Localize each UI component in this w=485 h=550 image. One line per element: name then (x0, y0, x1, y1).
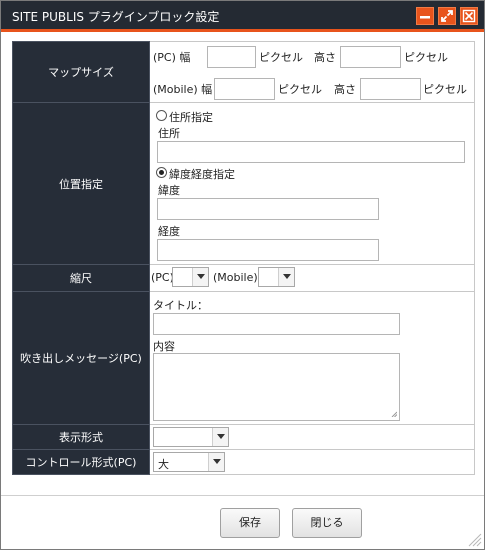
display-format-select[interactable] (153, 427, 229, 447)
scale-mobile-label: (Mobile) (213, 271, 258, 284)
mobile-width-prefix: (Mobile) 幅 (153, 83, 213, 96)
mobile-width-input[interactable] (214, 78, 275, 100)
row-display-format: 表示形式 (12, 424, 475, 450)
maximize-icon (441, 10, 453, 22)
address-radio[interactable] (156, 110, 167, 121)
balloon-title-input[interactable] (153, 313, 400, 335)
chevron-down-icon (212, 428, 228, 446)
row-position: 位置指定 住所指定 住所 緯度経度指定 緯度 経度 (12, 102, 475, 265)
latitude-input[interactable] (157, 198, 379, 220)
close-dialog-button[interactable]: 閉じる (292, 508, 362, 538)
resize-grip-icon[interactable] (466, 531, 482, 547)
pc-height-unit: ピクセル (404, 51, 448, 64)
scale-pc-label: (PC) (151, 271, 174, 284)
position-cell: 住所指定 住所 緯度経度指定 緯度 経度 (149, 102, 475, 265)
row-scale: 縮尺 (PC) (Mobile) (12, 264, 475, 292)
mobile-width-unit: ピクセル (278, 83, 322, 96)
close-button[interactable] (460, 7, 478, 25)
dialog-footer: 保存 閉じる (1, 495, 484, 549)
pc-width-unit: ピクセル (259, 51, 303, 64)
scale-label: 縮尺 (12, 264, 150, 292)
balloon-content-label: 内容 (153, 340, 175, 353)
radio-selected-dot (159, 170, 164, 175)
close-icon (462, 9, 476, 23)
minimize-icon (420, 16, 430, 19)
balloon-content-textarea[interactable] (153, 353, 400, 421)
display-format-cell (149, 424, 475, 450)
minimize-button[interactable] (416, 7, 434, 25)
chevron-down-icon (208, 453, 224, 471)
control-format-select[interactable]: 大 (153, 452, 225, 472)
latlng-option-label: 緯度経度指定 (169, 168, 235, 181)
address-input[interactable] (157, 141, 465, 163)
latlng-radio[interactable] (156, 167, 167, 178)
map-size-cell: (PC) 幅 ピクセル 高さ ピクセル (Mobile) 幅 ピクセル 高さ ピ… (149, 41, 475, 103)
mobile-height-label: 高さ (334, 83, 356, 96)
dialog-titlebar[interactable]: SITE PUBLIS プラグインブロック設定 (1, 1, 484, 32)
position-label: 位置指定 (12, 102, 150, 265)
control-format-cell: 大 (149, 449, 475, 475)
plugin-block-settings-dialog: SITE PUBLIS プラグインブロック設定 マップサイズ (PC) 幅 ピク… (0, 0, 485, 550)
mobile-height-unit: ピクセル (423, 83, 467, 96)
row-map-size: マップサイズ (PC) 幅 ピクセル 高さ ピクセル (Mobile) 幅 ピク… (12, 41, 475, 103)
pc-height-label: 高さ (314, 51, 336, 64)
control-format-label: コントロール形式(PC) (12, 449, 150, 475)
map-size-label: マップサイズ (12, 41, 150, 103)
balloon-title-label: タイトル： (153, 299, 208, 312)
longitude-input[interactable] (157, 239, 379, 261)
scale-cell: (PC) (Mobile) (149, 264, 475, 292)
address-label: 住所 (158, 127, 180, 140)
chevron-down-icon (192, 268, 208, 286)
balloon-cell: タイトル： 内容 (149, 291, 475, 425)
pc-width-input[interactable] (207, 46, 256, 68)
row-control-format: コントロール形式(PC) 大 (12, 449, 475, 475)
latitude-label: 緯度 (158, 184, 180, 197)
scale-pc-select[interactable] (172, 267, 209, 287)
row-balloon-message: 吹き出しメッセージ(PC) タイトル： 内容 (12, 291, 475, 425)
display-format-label: 表示形式 (12, 424, 150, 450)
longitude-label: 経度 (158, 225, 180, 238)
pc-width-prefix: (PC) 幅 (153, 51, 191, 64)
dialog-title: SITE PUBLIS プラグインブロック設定 (12, 10, 220, 24)
maximize-button[interactable] (438, 7, 456, 25)
chevron-down-icon (278, 268, 294, 286)
scale-mobile-select[interactable] (258, 267, 295, 287)
address-option-label: 住所指定 (169, 111, 213, 124)
pc-height-input[interactable] (340, 46, 401, 68)
save-button[interactable]: 保存 (220, 508, 280, 538)
settings-form: マップサイズ (PC) 幅 ピクセル 高さ ピクセル (Mobile) 幅 ピク… (12, 41, 475, 475)
balloon-label: 吹き出しメッセージ(PC) (12, 291, 150, 425)
mobile-height-input[interactable] (360, 78, 421, 100)
resize-grip-icon[interactable] (391, 411, 397, 417)
control-format-value: 大 (158, 458, 169, 471)
